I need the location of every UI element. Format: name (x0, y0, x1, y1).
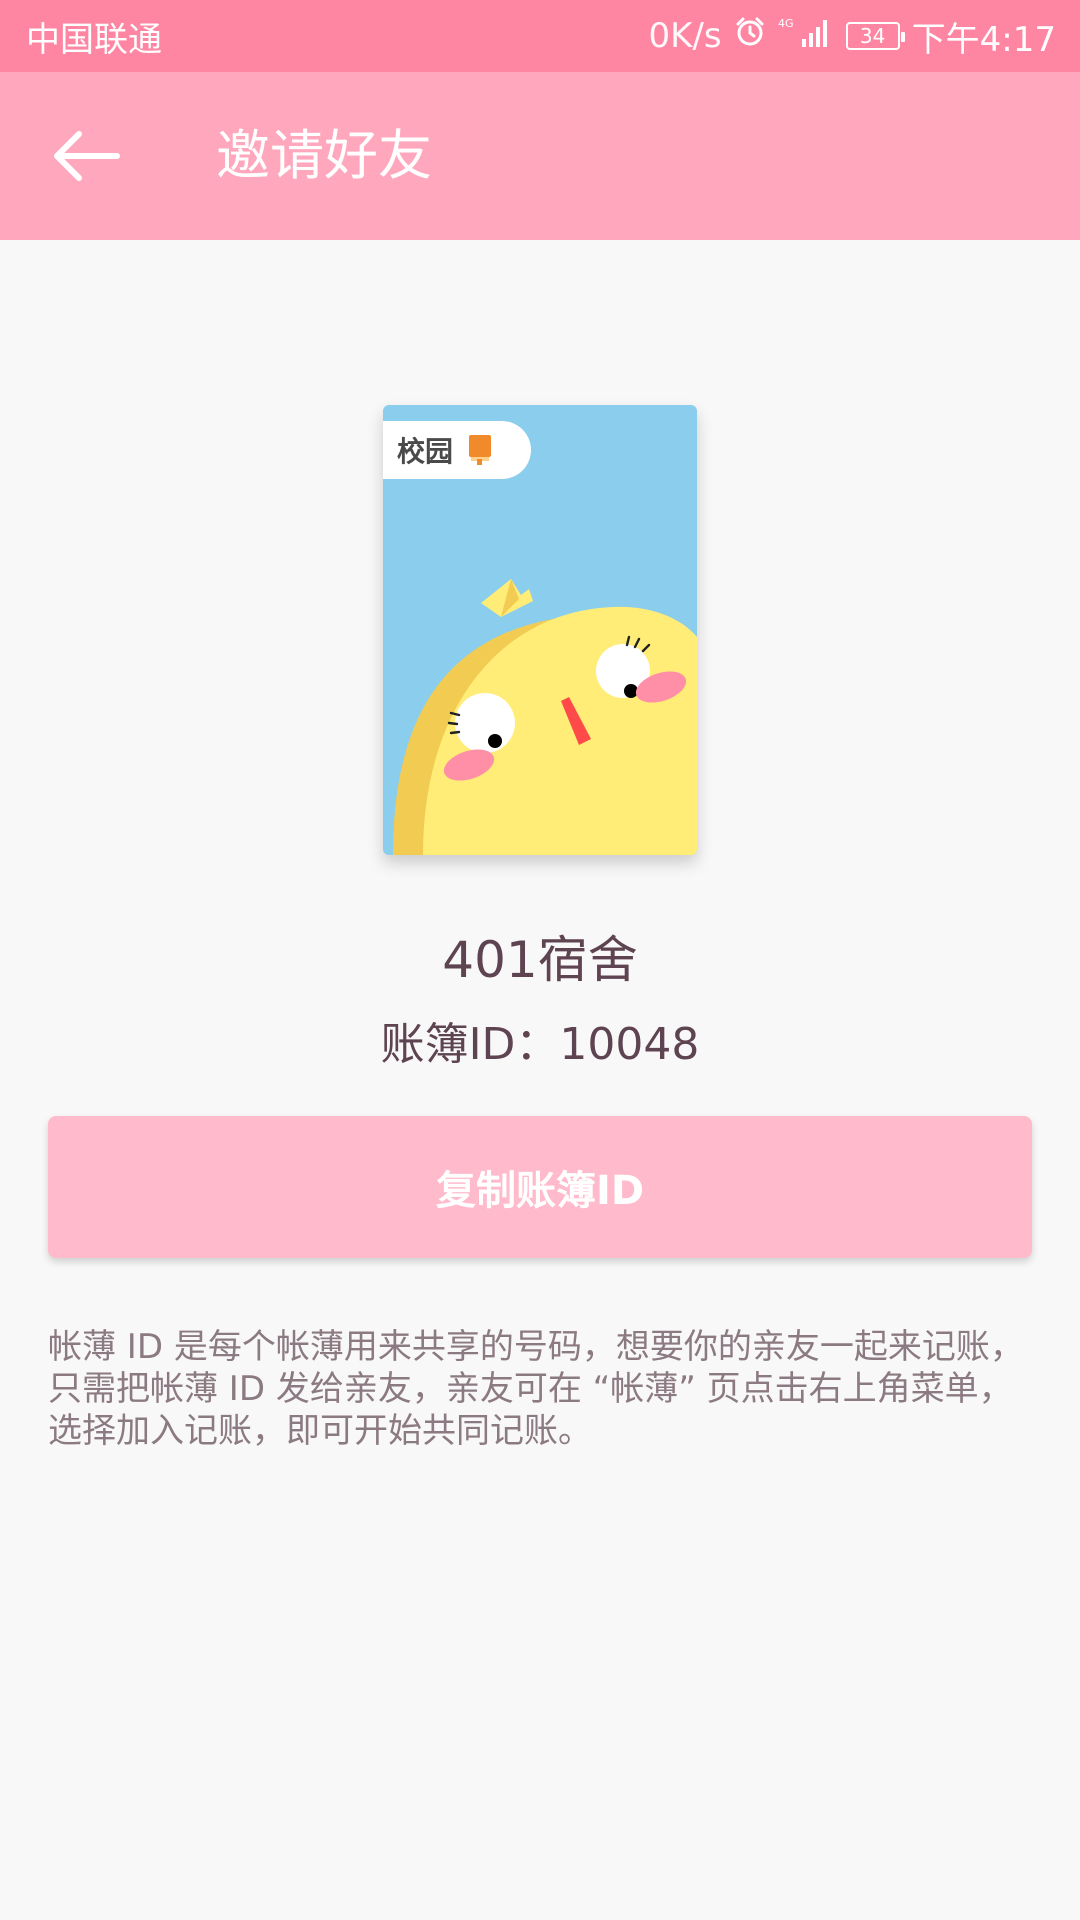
network-type-label: 4G (778, 17, 794, 30)
status-bar: 中国联通 0K/s 4G 34 下午4:17 (0, 0, 1080, 72)
status-indicators: 0K/s 4G 34 下午4:17 (649, 12, 1056, 61)
clock: 下午4:17 (911, 19, 1056, 60)
book-name: 401宿舍 (442, 931, 638, 989)
book-cover: 校园 (383, 405, 697, 855)
carrier-label: 中国联通 (26, 19, 162, 60)
page-title: 邀请好友 (216, 124, 432, 187)
arrow-left-icon (54, 131, 120, 181)
app-bar: 邀请好友 (0, 72, 1080, 240)
cover-tag-label: 校园 (397, 435, 454, 468)
net-speed: 0K/s (648, 16, 722, 56)
book-icon (469, 435, 492, 465)
alarm-icon (734, 16, 766, 57)
copy-id-button[interactable]: 复制账簿ID (48, 1116, 1032, 1258)
cover-tag: 校园 (383, 421, 531, 479)
description-text: 帐薄 ID 是每个帐薄用来共享的号码，想要你的亲友一起来记账，只需把帐薄 ID … (48, 1327, 1024, 1451)
signal-icon: 4G (778, 15, 834, 58)
battery-icon: 34 (845, 22, 905, 50)
book-id: 账簿ID：10048 (380, 1019, 700, 1070)
back-button[interactable] (44, 114, 128, 198)
